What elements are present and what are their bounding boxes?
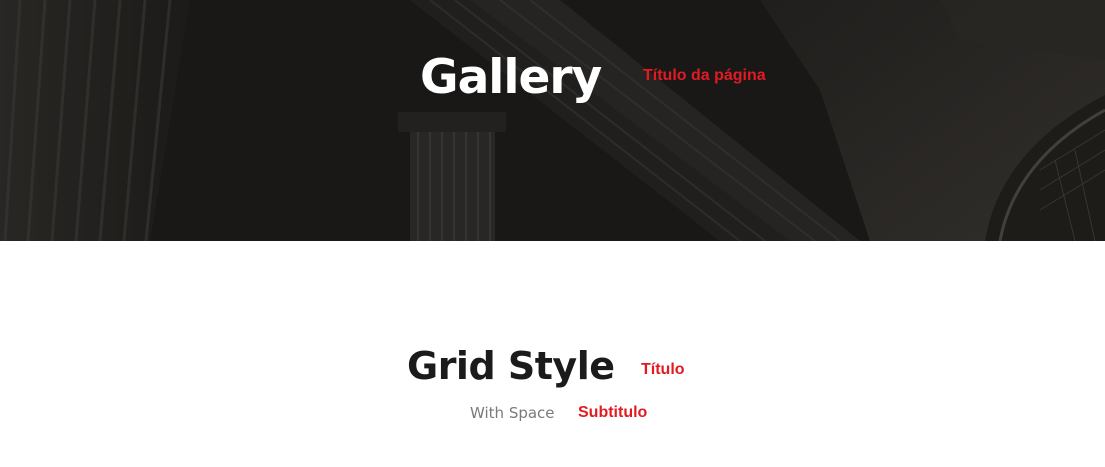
page: Gallery Título da página Grid Style Títu… xyxy=(0,0,1105,467)
hero-banner: Gallery xyxy=(0,0,1105,241)
section-title: Grid Style xyxy=(407,344,615,388)
page-title-annotation: Título da página xyxy=(643,67,766,84)
page-title: Gallery xyxy=(420,50,602,105)
architecture-background-image xyxy=(0,0,1105,241)
section-subtitle: With Space xyxy=(470,404,555,422)
section-title-annotation: Título xyxy=(641,361,685,378)
section-subtitle-annotation: Subtitulo xyxy=(578,404,648,421)
